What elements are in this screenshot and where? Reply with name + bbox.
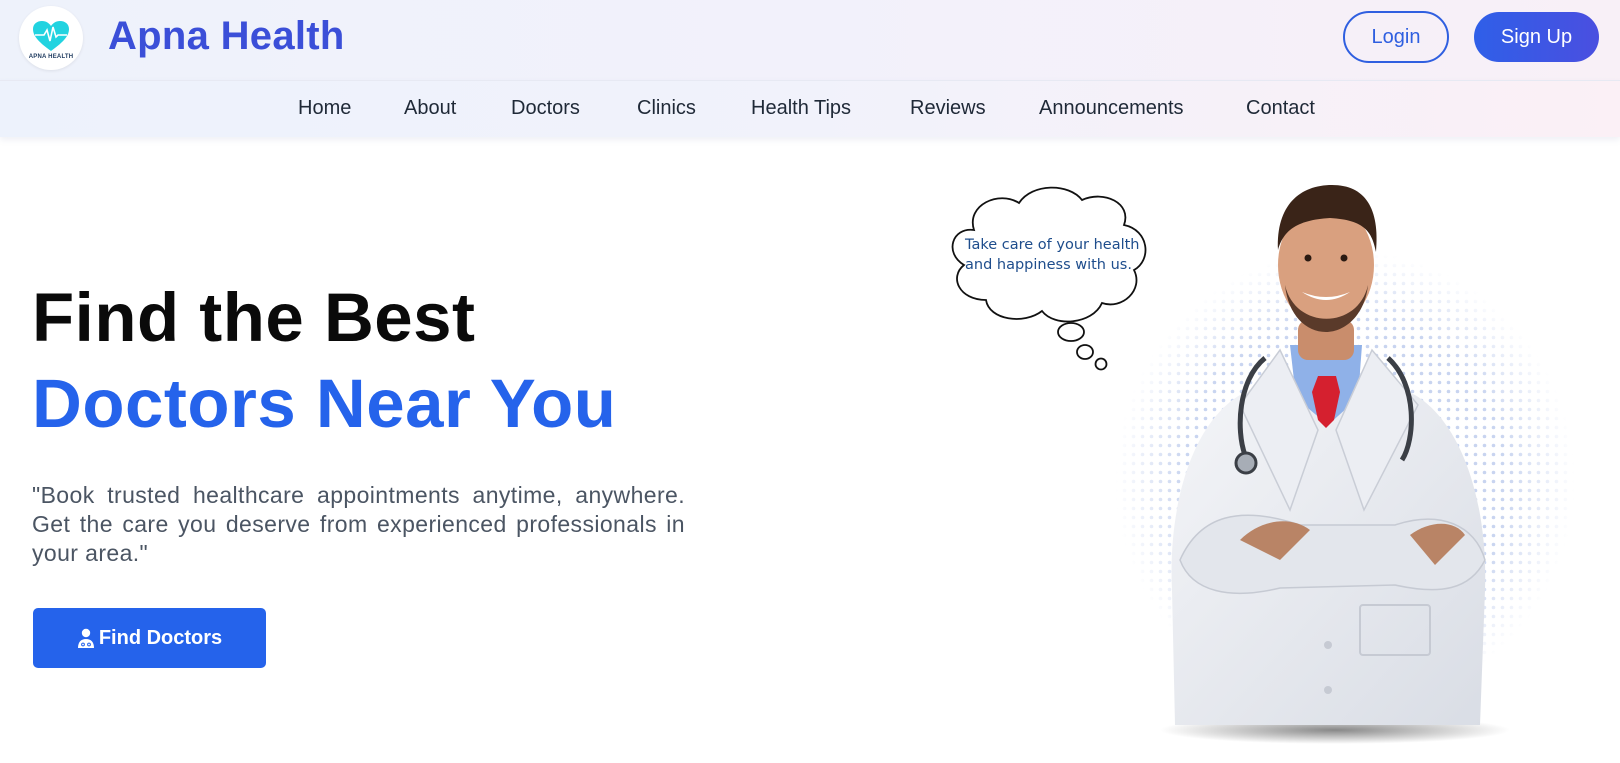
hero-title-line-1: Find the Best	[32, 279, 476, 356]
nav-item-doctors[interactable]: Doctors	[511, 97, 580, 120]
logo[interactable]: APNA HEALTH	[19, 6, 83, 70]
nav-item-health-tips[interactable]: Health Tips	[751, 97, 851, 120]
brand-name[interactable]: Apna Health	[108, 14, 345, 59]
nav-item-reviews[interactable]: Reviews	[910, 97, 986, 120]
nav-item-home[interactable]: Home	[298, 97, 351, 120]
find-doctors-button[interactable]: Find Doctors	[33, 608, 266, 668]
hero-description: "Book trusted healthcare appointments an…	[32, 482, 685, 566]
hero-title-line-2: Doctors Near You	[32, 365, 617, 442]
top-header: APNA HEALTH Apna Health Login Sign Up	[0, 0, 1620, 80]
nav-item-clinics[interactable]: Clinics	[637, 97, 696, 120]
signup-button[interactable]: Sign Up	[1474, 12, 1599, 62]
logo-text: APNA HEALTH	[28, 53, 74, 60]
nav-item-contact[interactable]: Contact	[1246, 97, 1315, 120]
doctor-illustration: Take care of your health and happiness w…	[940, 180, 1620, 763]
thought-bubble	[951, 186, 1147, 371]
nav-item-about[interactable]: About	[404, 97, 456, 120]
login-button[interactable]: Login	[1343, 11, 1449, 63]
heart-pulse-icon	[33, 20, 69, 51]
thought-bubble-text: Take care of your health and happiness w…	[965, 237, 1140, 273]
nav-item-announcements[interactable]: Announcements	[1039, 97, 1184, 120]
doctor-icon	[77, 628, 94, 648]
find-doctors-label: Find Doctors	[98, 626, 223, 649]
main-nav: Home About Doctors Clinics Health Tips R…	[0, 80, 1620, 137]
